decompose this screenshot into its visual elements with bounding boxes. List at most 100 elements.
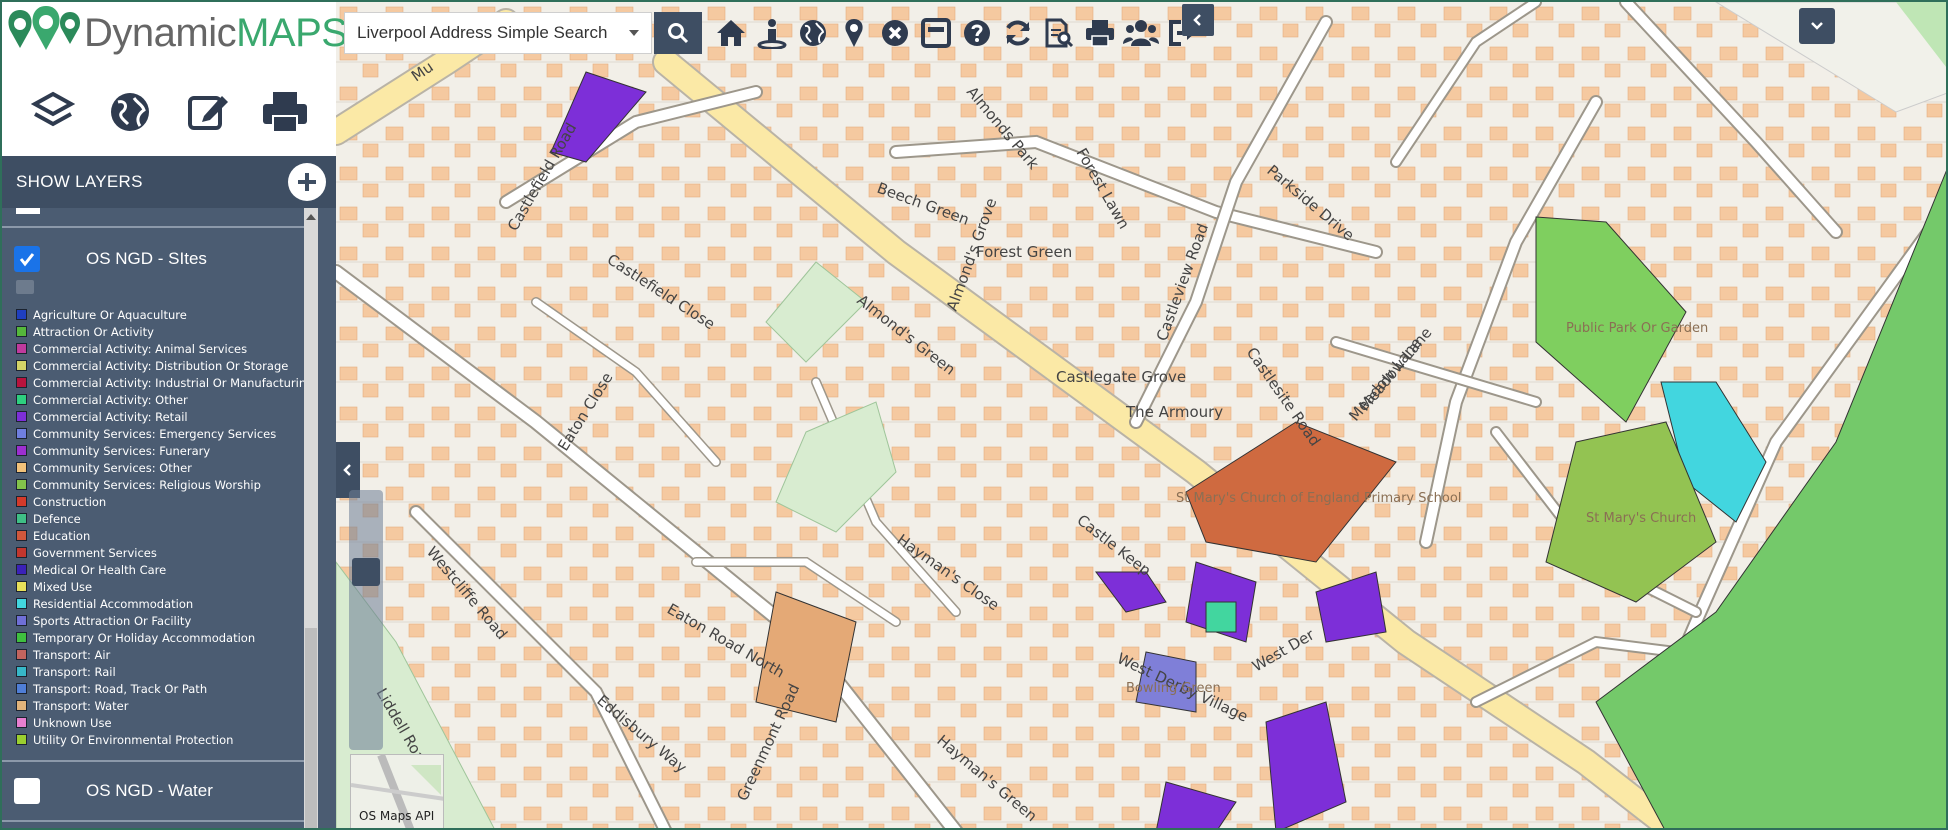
- add-layer-button[interactable]: [288, 163, 326, 201]
- logo-text-maps: MAPS: [236, 10, 348, 55]
- legend-item: Sports Attraction Or Facility: [16, 612, 312, 629]
- legend-swatch: [16, 734, 27, 745]
- layer-checkbox-water[interactable]: [14, 778, 40, 804]
- map-canvas[interactable]: Almond's Green Castlefield Road Castlefi…: [336, 2, 1948, 830]
- collapse-toolbar-button[interactable]: [1182, 4, 1214, 36]
- legend-label: Transport: Road, Track Or Path: [33, 681, 208, 696]
- chevron-down-icon: [629, 30, 639, 36]
- legend-swatch: [16, 309, 27, 320]
- logo: DynamicMAPS: [2, 2, 348, 64]
- legend-swatch: [16, 666, 27, 677]
- refresh-icon: [1005, 20, 1030, 46]
- layer-list: OS NGD - SItes Agriculture Or Aquacultur…: [2, 208, 336, 828]
- help-icon: [963, 20, 990, 46]
- legend-swatch: [16, 479, 27, 490]
- layer-checkbox-sites[interactable]: [14, 246, 40, 272]
- legend-item: Transport: Water: [16, 697, 312, 714]
- legend-swatch: [16, 513, 27, 524]
- clear-icon: [881, 20, 908, 46]
- legend-swatch: [16, 462, 27, 473]
- legend-label: Community Services: Emergency Services: [33, 426, 277, 441]
- report-button[interactable]: [1038, 10, 1079, 56]
- print-button-top[interactable]: [1079, 10, 1120, 56]
- legend-item: Mixed Use: [16, 578, 312, 595]
- help-button[interactable]: [956, 10, 997, 56]
- info-person-button[interactable]: [751, 10, 792, 56]
- divider: [2, 820, 314, 822]
- layer-group-name: OS NGD - SItes: [86, 249, 207, 268]
- legend-swatch: [16, 428, 27, 439]
- legend-item: Medical Or Health Care: [16, 561, 312, 578]
- layer-opacity-icon[interactable]: [16, 280, 34, 294]
- legend-label: Residential Accommodation: [33, 596, 194, 611]
- layer-group-name: OS NGD - Water: [86, 781, 213, 800]
- edit-button[interactable]: [180, 84, 236, 140]
- legend-swatch: [16, 632, 27, 643]
- legend-swatch: [16, 615, 27, 626]
- legend-item: Commercial Activity: Distribution Or Sto…: [16, 357, 312, 374]
- legend-label: Community Services: Other: [33, 460, 192, 475]
- show-layers-header: SHOW LAYERS: [2, 156, 336, 208]
- chevron-down-icon: [1811, 22, 1823, 30]
- layers-button[interactable]: [25, 84, 81, 140]
- show-layers-label: SHOW LAYERS: [16, 172, 143, 191]
- zoom-slider[interactable]: [349, 490, 383, 750]
- logo-text-dynamic: Dynamic: [84, 10, 237, 55]
- legend-swatch: [16, 564, 27, 575]
- map-svg[interactable]: Almond's Green Castlefield Road Castlefi…: [336, 2, 1948, 830]
- legend-list: Agriculture Or Aquaculture Attraction Or…: [16, 306, 314, 748]
- search-type-value: Liverpool Address Simple Search: [357, 23, 608, 42]
- legend-label: Utility Or Environmental Protection: [33, 732, 234, 747]
- street-label-castlegate-grove: Castlegate Grove: [1056, 368, 1186, 386]
- layer-stub: [16, 208, 40, 214]
- globe-icon: [799, 20, 826, 46]
- legend-item: Transport: Rail: [16, 663, 312, 680]
- layer-list-scrollbar[interactable]: [304, 208, 318, 828]
- search-button[interactable]: [654, 12, 702, 54]
- legend-item: Transport: Road, Track Or Path: [16, 680, 312, 697]
- legend-item: Defence: [16, 510, 312, 527]
- layer-list-content: OS NGD - SItes Agriculture Or Aquacultur…: [2, 208, 314, 828]
- panel-toolbar: [2, 68, 336, 156]
- zoom-slider-handle[interactable]: [352, 558, 380, 586]
- expand-panel-button[interactable]: [1799, 8, 1835, 44]
- scroll-thumb[interactable]: [305, 628, 317, 828]
- legend-item: Community Services: Religious Worship: [16, 476, 312, 493]
- users-button[interactable]: [1120, 10, 1161, 56]
- globe-button[interactable]: [792, 10, 833, 56]
- scroll-up-icon[interactable]: [306, 214, 316, 220]
- legend-swatch: [16, 411, 27, 422]
- refresh-button[interactable]: [997, 10, 1038, 56]
- legend-item: Commercial Activity: Animal Services: [16, 340, 312, 357]
- report-icon: [1045, 18, 1073, 48]
- place-label-st-marys-school: St Mary's Church of England Primary Scho…: [1176, 491, 1461, 506]
- map-pins-icon: [2, 2, 84, 64]
- top-toolbar: [710, 10, 1202, 56]
- window-button[interactable]: [915, 10, 956, 56]
- legend-swatch: [16, 360, 27, 371]
- legend-label: Transport: Water: [33, 698, 129, 713]
- chevron-left-icon: [1193, 14, 1201, 26]
- place-label-bowling-green: Bowling Green: [1126, 681, 1221, 696]
- clear-button[interactable]: [874, 10, 915, 56]
- legend-label: Commercial Activity: Other: [33, 392, 188, 407]
- layer-group-sites[interactable]: OS NGD - SItes: [14, 246, 207, 272]
- home-button[interactable]: [710, 10, 751, 56]
- app-window: Almond's Green Castlefield Road Castlefi…: [0, 0, 1948, 830]
- globe-icon: [111, 93, 150, 131]
- legend-label: Commercial Activity: Industrial Or Manuf…: [33, 375, 314, 390]
- users-icon: [1122, 20, 1159, 46]
- basemap-switcher[interactable]: OS Maps API: [350, 754, 444, 828]
- marker-button[interactable]: [833, 10, 874, 56]
- basemap-button[interactable]: [102, 84, 158, 140]
- legend-label: Temporary Or Holiday Accommodation: [33, 630, 256, 645]
- print-button[interactable]: [257, 84, 313, 140]
- legend-item: Community Services: Emergency Services: [16, 425, 312, 442]
- window-icon: [920, 18, 951, 48]
- app-logo-text: DynamicMAPS: [84, 10, 348, 56]
- layer-group-water[interactable]: OS NGD - Water: [14, 778, 213, 804]
- legend-swatch: [16, 377, 27, 388]
- legend-swatch: [16, 496, 27, 507]
- search-type-select[interactable]: Liverpool Address Simple Search: [344, 12, 652, 54]
- legend-label: Transport: Rail: [33, 664, 116, 679]
